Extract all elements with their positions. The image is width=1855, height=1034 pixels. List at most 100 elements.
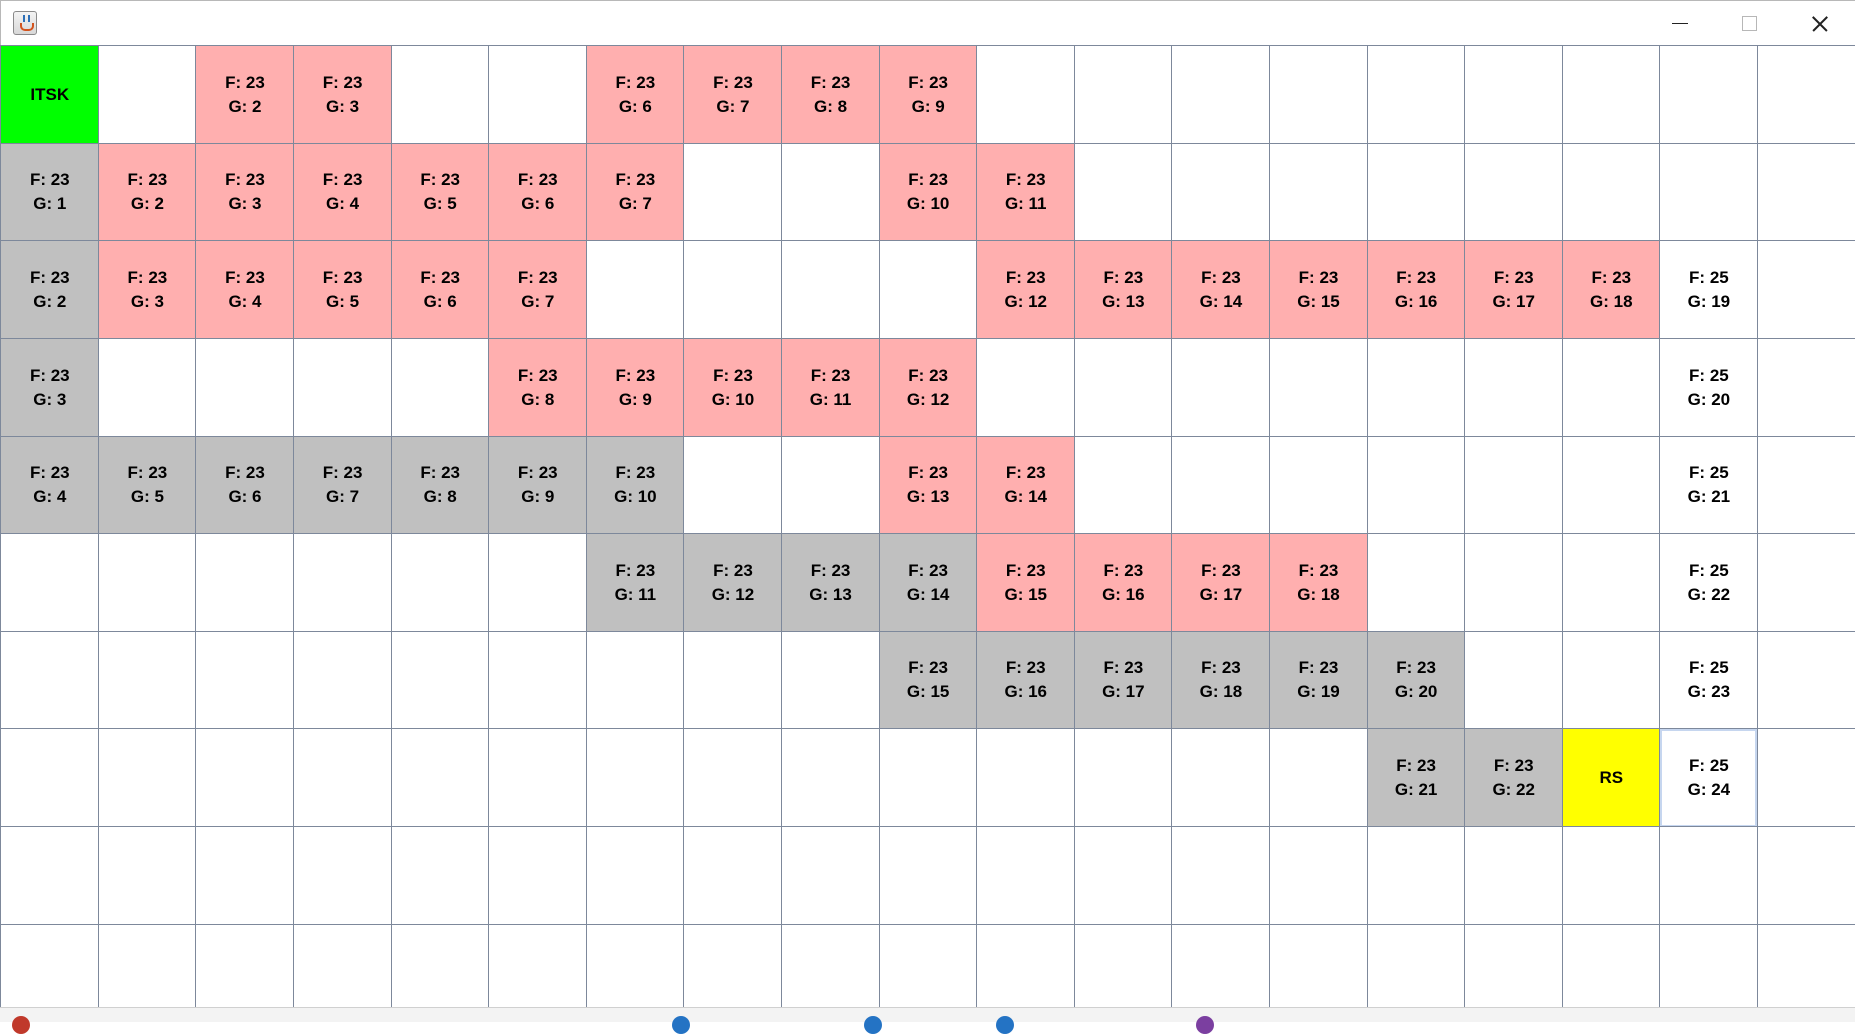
grid-cell[interactable] <box>780 435 881 535</box>
closed-list-cell[interactable]: F: 23 G: 19 <box>1268 630 1369 730</box>
grid-cell[interactable] <box>878 240 978 340</box>
grid-cell[interactable] <box>1756 923 1855 1010</box>
grid-cell[interactable] <box>0 630 100 730</box>
open-list-cell[interactable]: F: 23 G: 15 <box>976 533 1076 633</box>
grid-cell[interactable] <box>1268 435 1369 535</box>
grid-cell[interactable] <box>683 142 783 242</box>
grid-cell[interactable] <box>488 45 588 145</box>
grid-cell[interactable] <box>1366 435 1466 535</box>
grid-cell[interactable] <box>488 533 588 633</box>
grid-cell[interactable] <box>292 337 393 438</box>
scored-cell[interactable]: F: 25 G: 23 <box>1659 630 1759 730</box>
grid-cell[interactable] <box>1366 533 1466 633</box>
grid-cell[interactable] <box>1561 142 1661 242</box>
grid-cell[interactable] <box>1268 728 1369 828</box>
open-list-cell[interactable]: F: 23 G: 8 <box>780 45 881 145</box>
open-list-cell[interactable]: F: 23 G: 2 <box>195 45 295 145</box>
grid-cell[interactable] <box>390 337 490 438</box>
grid-cell[interactable] <box>1171 825 1271 926</box>
grid-cell[interactable] <box>780 240 881 340</box>
grid-cell[interactable] <box>1073 45 1173 145</box>
grid-cell[interactable] <box>976 825 1076 926</box>
grid-cell[interactable] <box>1464 337 1564 438</box>
grid-cell[interactable] <box>1464 142 1564 242</box>
open-list-cell[interactable]: F: 23 G: 3 <box>292 45 393 145</box>
closed-list-cell[interactable]: F: 23 G: 16 <box>976 630 1076 730</box>
close-button[interactable] <box>1784 1 1854 46</box>
grid-cell[interactable] <box>97 630 197 730</box>
grid-cell[interactable] <box>1464 533 1564 633</box>
grid-cell[interactable] <box>97 728 197 828</box>
grid-cell[interactable] <box>488 923 588 1010</box>
open-list-cell[interactable]: F: 23 G: 11 <box>780 337 881 438</box>
open-list-cell[interactable]: F: 23 G: 6 <box>585 45 685 145</box>
open-list-cell[interactable]: F: 23 G: 3 <box>97 240 197 340</box>
open-list-cell[interactable]: F: 23 G: 17 <box>1464 240 1564 340</box>
grid-cell[interactable] <box>780 728 881 828</box>
open-list-cell[interactable]: F: 23 G: 16 <box>1366 240 1466 340</box>
grid-cell[interactable] <box>1073 337 1173 438</box>
grid-cell[interactable] <box>390 533 490 633</box>
grid-cell[interactable] <box>195 533 295 633</box>
grid-cell[interactable] <box>780 630 881 730</box>
grid-cell[interactable] <box>292 923 393 1010</box>
open-list-cell[interactable]: F: 23 G: 15 <box>1268 240 1369 340</box>
grid-cell[interactable] <box>1659 45 1759 145</box>
grid-cell[interactable] <box>390 45 490 145</box>
grid-cell[interactable] <box>97 825 197 926</box>
grid-cell[interactable] <box>1464 435 1564 535</box>
grid-cell[interactable] <box>976 45 1076 145</box>
grid-cell[interactable] <box>683 728 783 828</box>
open-list-cell[interactable]: F: 23 G: 14 <box>1171 240 1271 340</box>
grid-cell[interactable] <box>1171 728 1271 828</box>
closed-list-cell[interactable]: F: 23 G: 2 <box>0 240 100 340</box>
grid-cell[interactable] <box>195 630 295 730</box>
grid-cell[interactable] <box>1659 923 1759 1010</box>
grid-cell[interactable] <box>683 825 783 926</box>
grid-cell[interactable] <box>1366 142 1466 242</box>
scored-cell[interactable]: F: 25 G: 21 <box>1659 435 1759 535</box>
grid-cell[interactable] <box>1268 825 1369 926</box>
grid-cell[interactable] <box>585 825 685 926</box>
taskbar-app-red-icon[interactable] <box>12 1016 30 1034</box>
grid-cell[interactable] <box>292 728 393 828</box>
grid-cell[interactable] <box>976 337 1076 438</box>
grid-cell[interactable] <box>1268 337 1369 438</box>
scored-cell[interactable]: F: 25 G: 22 <box>1659 533 1759 633</box>
closed-list-cell[interactable]: F: 23 G: 12 <box>683 533 783 633</box>
closed-list-cell[interactable]: F: 23 G: 15 <box>878 630 978 730</box>
grid-cell[interactable] <box>1073 142 1173 242</box>
grid-cell[interactable] <box>292 630 393 730</box>
grid-cell[interactable] <box>1756 728 1855 828</box>
grid-cell[interactable] <box>195 923 295 1010</box>
grid-cell[interactable] <box>976 923 1076 1010</box>
open-list-cell[interactable]: F: 23 G: 9 <box>878 45 978 145</box>
grid-cell[interactable] <box>1073 435 1173 535</box>
grid-cell[interactable] <box>1464 923 1564 1010</box>
grid-cell[interactable] <box>1366 923 1466 1010</box>
grid-cell[interactable] <box>1756 337 1855 438</box>
grid-cell[interactable] <box>195 337 295 438</box>
grid-cell[interactable] <box>585 923 685 1010</box>
grid-cell[interactable] <box>1073 825 1173 926</box>
taskbar-app-purple-icon[interactable] <box>1196 1016 1214 1034</box>
open-list-cell[interactable]: F: 23 G: 4 <box>292 142 393 242</box>
closed-list-cell[interactable]: F: 23 G: 18 <box>1171 630 1271 730</box>
grid-cell[interactable] <box>0 825 100 926</box>
grid-cell[interactable] <box>1171 923 1271 1010</box>
maximize-button[interactable] <box>1714 1 1784 46</box>
grid-cell[interactable] <box>1756 435 1855 535</box>
grid-cell[interactable] <box>683 240 783 340</box>
grid-cell[interactable] <box>1561 337 1661 438</box>
grid-cell[interactable] <box>488 825 588 926</box>
open-list-cell[interactable]: F: 23 G: 16 <box>1073 533 1173 633</box>
open-list-cell[interactable]: F: 23 G: 18 <box>1268 533 1369 633</box>
open-list-cell[interactable]: F: 23 G: 3 <box>195 142 295 242</box>
java-cup-icon[interactable] <box>13 11 37 35</box>
grid-cell[interactable] <box>1268 923 1369 1010</box>
grid-cell[interactable] <box>1561 45 1661 145</box>
grid-cell[interactable] <box>976 728 1076 828</box>
grid-cell[interactable] <box>1561 825 1661 926</box>
closed-list-cell[interactable]: F: 23 G: 17 <box>1073 630 1173 730</box>
open-list-cell[interactable]: F: 23 G: 12 <box>976 240 1076 340</box>
